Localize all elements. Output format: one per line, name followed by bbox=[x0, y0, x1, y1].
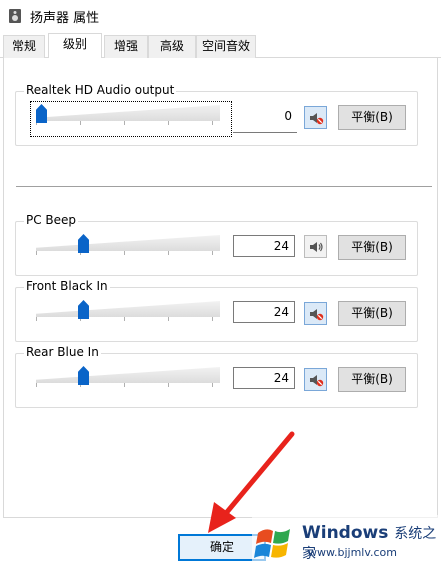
slider-ticks bbox=[36, 317, 220, 321]
speaker-muted-icon bbox=[309, 112, 323, 124]
channel-label: Front Black In bbox=[24, 279, 110, 293]
slider-thumb[interactable] bbox=[78, 300, 89, 319]
volume-slider[interactable] bbox=[36, 300, 220, 321]
volume-slider[interactable] bbox=[36, 234, 220, 255]
tab-general[interactable]: 常规 bbox=[3, 35, 45, 58]
speaker-icon bbox=[309, 241, 323, 252]
volume-slider[interactable] bbox=[36, 366, 220, 387]
window-title: 扬声器 属性 bbox=[30, 10, 100, 26]
mute-toggle-button[interactable] bbox=[304, 235, 327, 258]
slider-ticks bbox=[36, 251, 220, 255]
mute-toggle-button[interactable] bbox=[304, 106, 327, 129]
separator-line bbox=[16, 186, 432, 187]
volume-value-field[interactable]: 0 bbox=[233, 105, 297, 133]
volume-value-field[interactable]: 24 bbox=[233, 367, 295, 389]
tab-levels[interactable]: 级别 bbox=[48, 33, 102, 59]
watermark-brand: Windows bbox=[302, 523, 389, 543]
slider-ticks bbox=[36, 383, 220, 387]
watermark: Windows 系统之家 www.bjjmlv.com bbox=[252, 515, 441, 567]
volume-value-field[interactable]: 24 bbox=[233, 301, 295, 323]
windows-logo-icon bbox=[254, 529, 290, 558]
tab-spatial-sound[interactable]: 空间音效 bbox=[196, 35, 256, 58]
tab-enhancements[interactable]: 增强 bbox=[104, 35, 148, 58]
speaker-muted-icon bbox=[309, 308, 323, 320]
channel-label: Realtek HD Audio output bbox=[24, 83, 177, 97]
balance-button[interactable]: 平衡(B) bbox=[338, 367, 406, 392]
speaker-muted-icon bbox=[309, 374, 323, 386]
mute-toggle-button[interactable] bbox=[304, 368, 327, 391]
title-bar: 扬声器 属性 bbox=[0, 0, 441, 32]
balance-button[interactable]: 平衡(B) bbox=[338, 301, 406, 326]
slider-thumb[interactable] bbox=[78, 366, 89, 385]
mute-toggle-button[interactable] bbox=[304, 302, 327, 325]
slider-thumb[interactable] bbox=[78, 234, 89, 253]
balance-button[interactable]: 平衡(B) bbox=[338, 235, 406, 260]
channel-label: Rear Blue In bbox=[24, 345, 101, 359]
slider-track bbox=[36, 367, 220, 383]
slider-track bbox=[36, 105, 220, 121]
channel-label: PC Beep bbox=[24, 213, 79, 227]
tab-advanced[interactable]: 高级 bbox=[148, 35, 196, 58]
tab-strip: 常规 级别 增强 高级 空间音效 bbox=[0, 33, 441, 59]
speaker-window-icon bbox=[8, 8, 22, 24]
watermark-url: www.bjjmlv.com bbox=[308, 546, 397, 559]
slider-track bbox=[36, 301, 220, 317]
slider-ticks bbox=[36, 121, 220, 125]
volume-value-field[interactable]: 24 bbox=[233, 235, 295, 257]
slider-thumb[interactable] bbox=[36, 104, 47, 123]
balance-button[interactable]: 平衡(B) bbox=[338, 105, 406, 130]
volume-slider[interactable] bbox=[36, 104, 220, 125]
slider-track bbox=[36, 235, 220, 251]
